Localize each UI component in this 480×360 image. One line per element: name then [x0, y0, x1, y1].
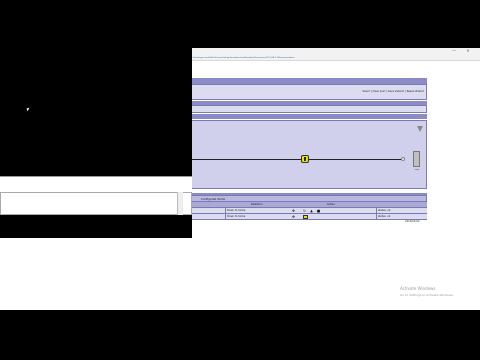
side-gauge[interactable]: [413, 151, 420, 167]
close-icon[interactable]: ✕: [464, 48, 472, 53]
knob-icon[interactable]: [303, 215, 308, 219]
move-icon[interactable]: ✥: [291, 215, 296, 219]
track-end-circle[interactable]: [401, 157, 405, 161]
address-bar[interactable]: http://prototype.local/lab/ui/virtual-la…: [188, 56, 438, 60]
warning-icon[interactable]: ▲: [309, 209, 314, 213]
minimize-icon[interactable]: —: [450, 48, 458, 53]
activation-watermark: Activate Windows Go to Settings to activ…: [400, 286, 454, 298]
panel-links[interactable]: Save? | Clear pos? | Save sliders? | Res…: [363, 90, 425, 93]
rotate-icon[interactable]: ↻: [302, 209, 307, 213]
gauge-caption: xxxx: [414, 169, 420, 171]
row-direction: Down to home: [225, 214, 280, 220]
knob-grip-icon: [304, 157, 306, 161]
save-icon[interactable]: ■: [316, 209, 321, 213]
video-bottom-bar: [0, 176, 192, 193]
video-overlay-window[interactable]: [0, 48, 192, 238]
move-icon[interactable]: ✥: [291, 209, 296, 213]
track-knob[interactable]: [301, 155, 309, 163]
triangle-marker-icon[interactable]: [417, 126, 423, 132]
video-scrollbar[interactable]: [177, 192, 183, 215]
cursor-icon: [26, 107, 31, 112]
browser-window: http://prototype.local/lab/ui/virtual-la…: [0, 48, 480, 310]
footer-note: 2019/01/09: [405, 220, 420, 223]
video-text-panel[interactable]: [0, 192, 192, 215]
watermark-line2: Go to Settings to activate Windows.: [400, 293, 454, 297]
